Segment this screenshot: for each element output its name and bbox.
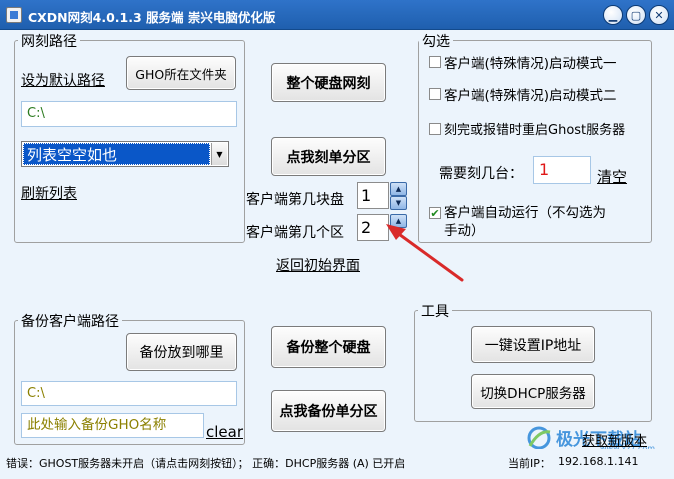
app-icon <box>6 7 22 23</box>
restart-label: 刻完或报错时重启Ghost服务器 <box>444 123 626 138</box>
mode2-label: 客户端(特殊情况)启动模式二 <box>444 88 617 104</box>
title-bar: CXDN网刻4.0.1.3 服务端 崇兴电脑优化版 ▁ ▢ ✕ <box>0 0 674 30</box>
tools-panel-title: 工具 <box>418 301 452 321</box>
mode2-checkbox[interactable] <box>429 88 441 100</box>
backup-path-field[interactable]: C:\ <box>21 381 237 406</box>
single-partition-button[interactable]: 点我刻单分区 <box>271 137 386 176</box>
current-ip-value: 192.168.1.141 <box>558 455 639 468</box>
disk-number-input[interactable]: 1 <box>357 182 389 209</box>
whole-disk-image-button[interactable]: 整个硬盘网刻 <box>271 63 386 102</box>
path-panel-title: 网刻路径 <box>18 31 80 51</box>
status-message: 错误：GHOST服务器未开启（请点击网刻按钮）； 正确：DHCP服务器 (A) … <box>6 457 406 470</box>
current-ip-label: 当前IP： <box>508 457 551 470</box>
disk-number-label: 客户端第几块盘 <box>246 192 344 208</box>
partition-number-label: 客户端第几个区 <box>246 225 344 241</box>
image-path-field[interactable]: C:\ <box>21 101 237 127</box>
machine-count-label: 需要刻几台： <box>439 166 523 182</box>
backup-partition-button[interactable]: 点我备份单分区 <box>271 390 386 432</box>
status-bar: 错误：GHOST服务器未开启（请点击网刻按钮）； 正确：DHCP服务器 (A) … <box>0 449 674 479</box>
autorun-checkbox[interactable]: ✔ <box>429 207 441 219</box>
backup-location-button[interactable]: 备份放到哪里 <box>126 333 237 371</box>
clear-count-link[interactable]: 清空 <box>597 166 627 187</box>
mode1-label: 客户端(特殊情况)启动模式一 <box>444 56 617 72</box>
set-ip-button[interactable]: 一键设置IP地址 <box>471 326 595 363</box>
switch-dhcp-button[interactable]: 切换DHCP服务器 <box>471 374 595 409</box>
image-list-selected: 列表空空如也 <box>23 143 210 165</box>
watermark-logo-icon <box>527 426 551 450</box>
backup-name-field[interactable]: 此处输入备份GHO名称 <box>21 413 204 438</box>
return-home-link[interactable]: 返回初始界面 <box>276 255 360 275</box>
maximize-button[interactable]: ▢ <box>626 5 646 25</box>
mode1-checkbox[interactable] <box>429 56 441 68</box>
get-new-version-link[interactable]: 获取新版本 <box>582 430 647 449</box>
refresh-list-link[interactable]: 刷新列表 <box>21 183 77 203</box>
set-default-path-link[interactable]: 设为默认路径 <box>21 70 105 90</box>
image-list-dropdown[interactable]: 列表空空如也 ▼ <box>21 141 229 167</box>
clear-name-link[interactable]: clear <box>206 423 243 441</box>
gho-folder-button[interactable]: GHO所在文件夹 <box>126 56 236 90</box>
backup-whole-disk-button[interactable]: 备份整个硬盘 <box>271 326 386 368</box>
backup-panel-title: 备份客户端路径 <box>18 311 122 331</box>
autorun-label-line1: 客户端自动运行（不勾选为 <box>444 205 606 221</box>
options-panel-title: 勾选 <box>419 31 453 51</box>
close-button[interactable]: ✕ <box>649 5 669 25</box>
minimize-button[interactable]: ▁ <box>603 5 623 25</box>
disk-up-icon[interactable]: ▲ <box>390 182 407 196</box>
disk-down-icon[interactable]: ▼ <box>390 196 407 210</box>
window-title: CXDN网刻4.0.1.3 服务端 崇兴电脑优化版 <box>28 10 276 25</box>
chevron-down-icon[interactable]: ▼ <box>211 143 227 165</box>
machine-count-input[interactable]: 1 <box>533 156 591 184</box>
autorun-label-line2: 手动） <box>444 223 485 239</box>
restart-checkbox[interactable] <box>429 123 441 135</box>
